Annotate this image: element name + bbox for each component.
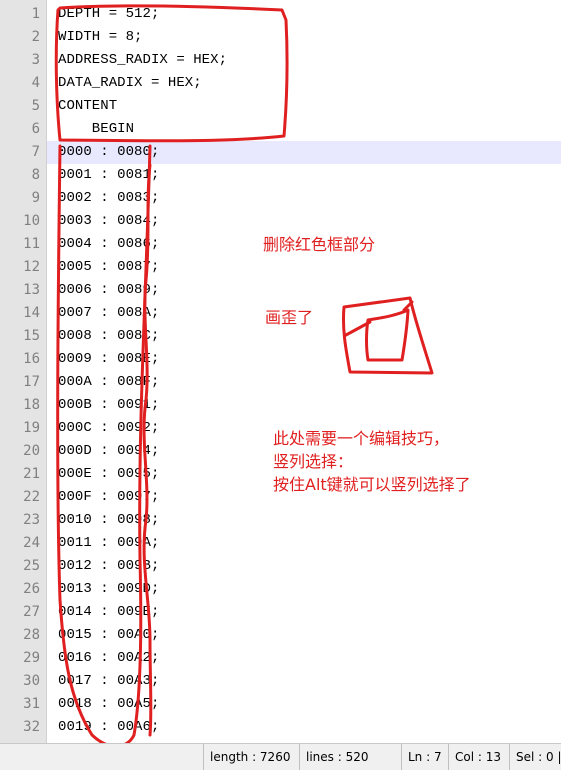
code-line[interactable]: BEGIN <box>58 118 134 141</box>
line-number-gutter: 1 2 3 4 5 6 7 8 9 10 11 12 13 14 15 16 17 18 19 20 21 22 23 24 2… <box>0 0 47 743</box>
line-number: 15 <box>23 328 40 344</box>
line-number: 27 <box>23 604 40 620</box>
line-number: 11 <box>23 236 40 252</box>
code-line[interactable]: WIDTH = 8; <box>58 26 143 49</box>
code-line[interactable]: 0013 : 009D; <box>58 578 159 601</box>
annotation-tip-line1: 此处需要一个编辑技巧， <box>273 429 450 448</box>
line-number: 30 <box>23 673 40 689</box>
line-number: 4 <box>31 75 40 91</box>
red-doodle-box <box>341 296 434 375</box>
code-line[interactable]: 000E : 0095; <box>58 463 159 486</box>
code-line[interactable]: 0008 : 008C; <box>58 325 159 348</box>
line-number: 9 <box>31 190 40 206</box>
line-number: 8 <box>31 167 40 183</box>
line-number: 13 <box>23 282 40 298</box>
code-line[interactable]: 0007 : 008A; <box>58 302 159 325</box>
annotation-delete-red-box: 删除红色框部分 <box>263 235 376 254</box>
status-col: Col : 13 <box>448 744 509 770</box>
code-line[interactable]: 0001 : 0081; <box>58 164 159 187</box>
code-line[interactable]: 0000 : 0080; <box>58 141 159 164</box>
code-line[interactable]: 0015 : 00A0; <box>58 624 159 647</box>
code-line[interactable]: 0009 : 008E; <box>58 348 159 371</box>
code-line[interactable]: 0012 : 009B; <box>58 555 159 578</box>
line-number: 24 <box>23 535 40 551</box>
red-doodle-slash <box>344 300 414 337</box>
line-number: 7 <box>31 144 40 160</box>
line-number: 12 <box>23 259 40 275</box>
code-line[interactable]: DATA_RADIX = HEX; <box>58 72 202 95</box>
status-bar: length : 7260 lines : 520 Ln : 7 Col : 1… <box>0 743 561 770</box>
code-line[interactable]: 0003 : 0084; <box>58 210 159 233</box>
line-number: 29 <box>23 650 40 666</box>
code-line[interactable]: CONTENT <box>58 95 117 118</box>
annotation-drawn-crooked: 画歪了 <box>265 308 314 327</box>
code-line[interactable]: 0017 : 00A3; <box>58 670 159 693</box>
line-number: 10 <box>23 213 40 229</box>
line-number: 6 <box>31 121 40 137</box>
line-number: 26 <box>23 581 40 597</box>
line-number: 2 <box>31 29 40 45</box>
code-line[interactable]: 0011 : 009A; <box>58 532 159 555</box>
red-doodle-inner <box>365 308 410 362</box>
line-number: 1 <box>31 6 40 22</box>
code-line[interactable]: 000D : 0094; <box>58 440 159 463</box>
code-line[interactable]: 0010 : 0098; <box>58 509 159 532</box>
status-length: length : 7260 <box>203 744 299 770</box>
code-line[interactable]: 0006 : 0089; <box>58 279 159 302</box>
code-line[interactable]: 0005 : 0087; <box>58 256 159 279</box>
line-number: 5 <box>31 98 40 114</box>
line-number: 21 <box>23 466 40 482</box>
code-line[interactable]: 0018 : 00A5; <box>58 693 159 716</box>
annotation-tip-line2: 竖列选择： <box>273 452 354 471</box>
code-line[interactable]: 0016 : 00A2; <box>58 647 159 670</box>
code-line[interactable]: 000A : 008F; <box>58 371 159 394</box>
annotation-tip-line3: 按住Alt键就可以竖列选择了 <box>273 475 471 494</box>
line-number: 3 <box>31 52 40 68</box>
code-line[interactable]: ADDRESS_RADIX = HEX; <box>58 49 227 72</box>
line-number: 28 <box>23 627 40 643</box>
line-number: 31 <box>23 696 40 712</box>
status-ln: Ln : 7 <box>401 744 448 770</box>
code-line[interactable]: 000C : 0092; <box>58 417 159 440</box>
code-line[interactable]: 0014 : 009E; <box>58 601 159 624</box>
line-number: 23 <box>23 512 40 528</box>
text-editor[interactable]: 1 2 3 4 5 6 7 8 9 10 11 12 13 14 15 16 17 18 19 20 21 22 23 24 2… <box>0 0 561 743</box>
code-line[interactable]: DEPTH = 512; <box>58 3 159 26</box>
status-empty-cell <box>0 744 203 770</box>
line-number: 32 <box>23 719 40 735</box>
line-number: 17 <box>23 374 40 390</box>
code-line[interactable]: 0004 : 0086; <box>58 233 159 256</box>
line-number: 18 <box>23 397 40 413</box>
line-number: 22 <box>23 489 40 505</box>
line-number: 19 <box>23 420 40 436</box>
status-sel: Sel : 0 | <box>509 744 561 770</box>
code-line[interactable]: 000B : 0091; <box>58 394 159 417</box>
code-line[interactable]: 0019 : 00A6; <box>58 716 159 739</box>
status-lines: lines : 520 <box>299 744 401 770</box>
line-number: 20 <box>23 443 40 459</box>
code-line[interactable]: 000F : 0097; <box>58 486 159 509</box>
code-line[interactable]: 0002 : 0083; <box>58 187 159 210</box>
line-number: 14 <box>23 305 40 321</box>
line-number: 16 <box>23 351 40 367</box>
line-number: 25 <box>23 558 40 574</box>
